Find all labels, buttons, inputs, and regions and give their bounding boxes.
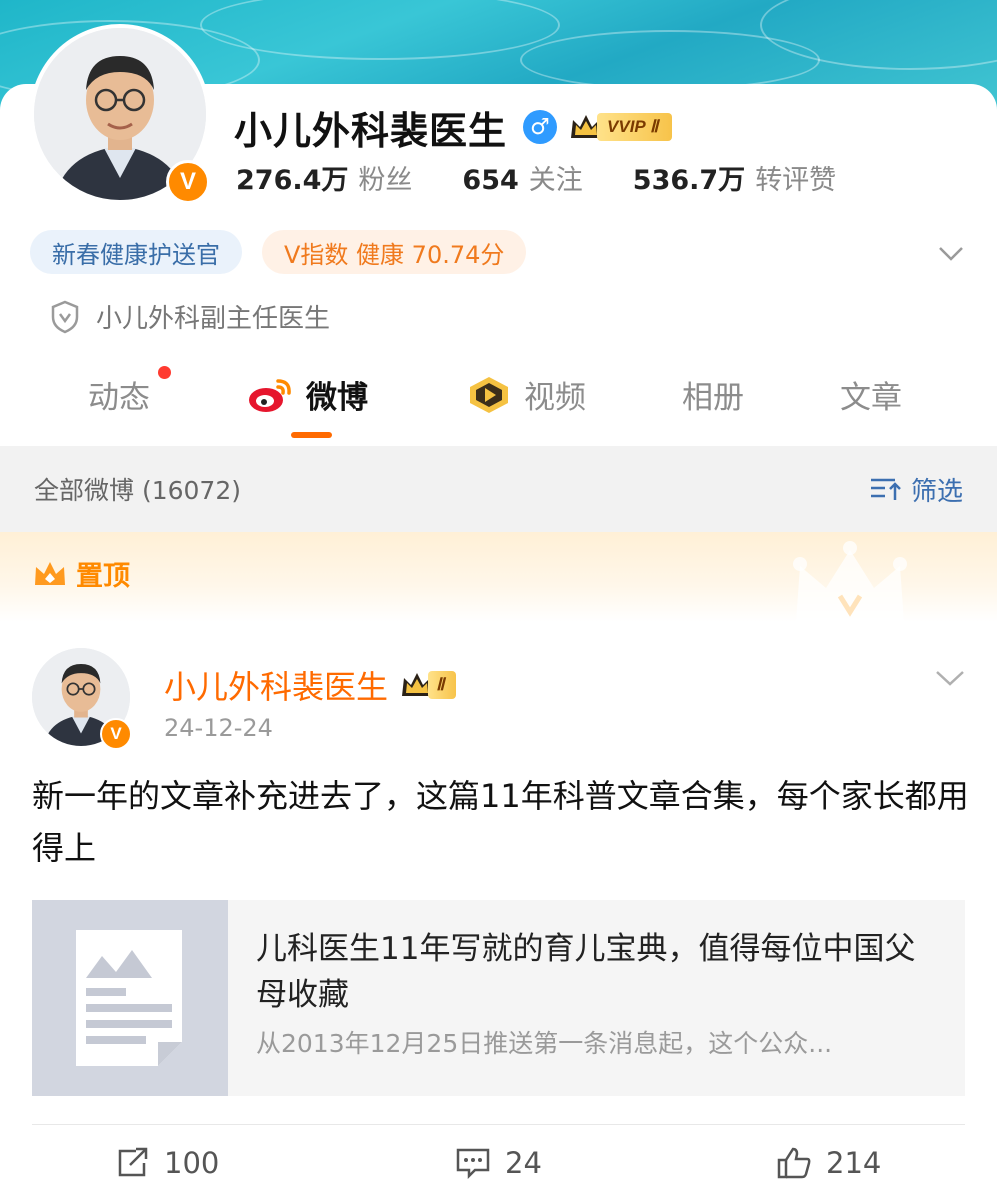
repost-button[interactable]: 100 [116,1146,219,1180]
pinned-label: 置顶 [32,554,130,593]
unread-dot [158,366,171,379]
tag-v-index[interactable]: V指数 健康 70.74分 [262,230,527,274]
profile-avatar[interactable]: V [30,24,210,204]
post-author-name[interactable]: 小儿外科裴医生 [164,662,388,708]
tab-album[interactable]: 相册 [682,372,744,417]
chevron-down-icon[interactable] [936,238,966,268]
post-date: 24-12-24 [164,714,273,742]
tab-weibo[interactable]: 微博 [248,372,368,417]
article-body: 儿科医生11年写就的育儿宝典，值得每位中国父母收藏 从2013年12月25日推送… [228,900,965,1096]
profile-name: 小儿外科裴医生 [234,108,508,153]
tab-video-label: 视频 [524,380,586,416]
post-author-row: 小儿外科裴医生 Ⅱ [164,662,457,708]
tag-health-ambassador[interactable]: 新春健康护送官 [30,230,242,274]
comment-button[interactable]: 24 [455,1146,542,1180]
chevron-down-icon[interactable] [934,662,966,692]
pinned-header: 置顶 [0,532,997,622]
verification-row: 小儿外科副主任医生 [50,298,330,335]
tab-video[interactable]: 视频 [466,372,586,417]
repost-count: 100 [164,1146,220,1180]
filter-sort-icon [870,478,901,500]
filter-button[interactable]: 筛选 [869,471,963,508]
followers-label: 粉丝 [358,165,413,196]
weibo-count: 全部微博 (16072) [34,476,241,505]
like-button[interactable]: 214 [776,1146,881,1180]
vvip-badge[interactable]: VVIP Ⅱ [569,112,673,142]
verification-text: 小儿外科副主任医生 [96,304,331,334]
tab-feed-label: 动态 [88,380,150,416]
thumbs-up-icon [777,1147,811,1179]
profile-name-row: 小儿外科裴医生 ♂ VVIP Ⅱ [234,102,673,153]
profile-tabs: 动态 微博 视频 相册 文章 [0,366,997,446]
filter-label: 筛选 [910,476,963,507]
profile-stats: 276.4万 粉丝 654 关注 536.7万 转评赞 [236,158,886,197]
member-level: Ⅱ [428,671,457,699]
document-icon [76,930,182,1066]
like-count: 214 [826,1146,882,1180]
tab-album-label: 相册 [682,380,744,416]
tab-feed[interactable]: 动态 [88,366,171,417]
interactions-count: 536.7万 [632,165,746,196]
tab-articles[interactable]: 文章 [840,372,902,417]
following-count: 654 [462,165,519,196]
post-actions: 100 24 214 [0,1142,997,1192]
verified-v-badge: V [166,160,210,204]
active-tab-indicator [291,432,332,438]
comment-icon [456,1148,490,1179]
following-stat[interactable]: 654 关注 [462,158,582,197]
shield-icon [51,300,79,333]
followers-count: 276.4万 [236,165,349,196]
article-card[interactable]: 儿科医生11年写就的育儿宝典，值得每位中国父母收藏 从2013年12月25日推送… [32,900,965,1096]
verified-v-badge: V [100,718,132,750]
weibo-logo-icon [249,378,291,412]
tab-articles-label: 文章 [840,380,902,416]
tab-weibo-label: 微博 [306,380,368,416]
article-title: 儿科医生11年写就的育儿宝典，值得每位中国父母收藏 [256,931,916,1013]
crown-icon [35,561,65,585]
comment-count: 24 [505,1146,542,1180]
male-gender-icon: ♂ [523,110,558,144]
filter-bar: 全部微博 (16072) 筛选 [0,446,997,532]
following-label: 关注 [528,165,583,196]
post-content: 新一年的文章补充进去了，这篇11年科普文章合集，每个家长都用得上 [32,777,969,867]
pinned-text: 置顶 [76,561,130,592]
interactions-label: 转评赞 [755,165,837,196]
divider [32,1124,965,1125]
repost-icon [118,1147,148,1177]
profile-tags: 新春健康护送官 V指数 健康 70.74分 [30,230,546,274]
vvip-label: VVIP Ⅱ [597,113,673,141]
interactions-stat[interactable]: 536.7万 转评赞 [633,158,836,197]
crown-watermark-icon [793,541,907,622]
article-thumbnail [32,900,228,1096]
video-play-icon [470,376,508,413]
followers-stat[interactable]: 276.4万 粉丝 [236,158,412,197]
member-badge[interactable]: Ⅱ [400,670,457,700]
article-description: 从2013年12月25日推送第一条消息起，这个公众... [256,1029,833,1058]
